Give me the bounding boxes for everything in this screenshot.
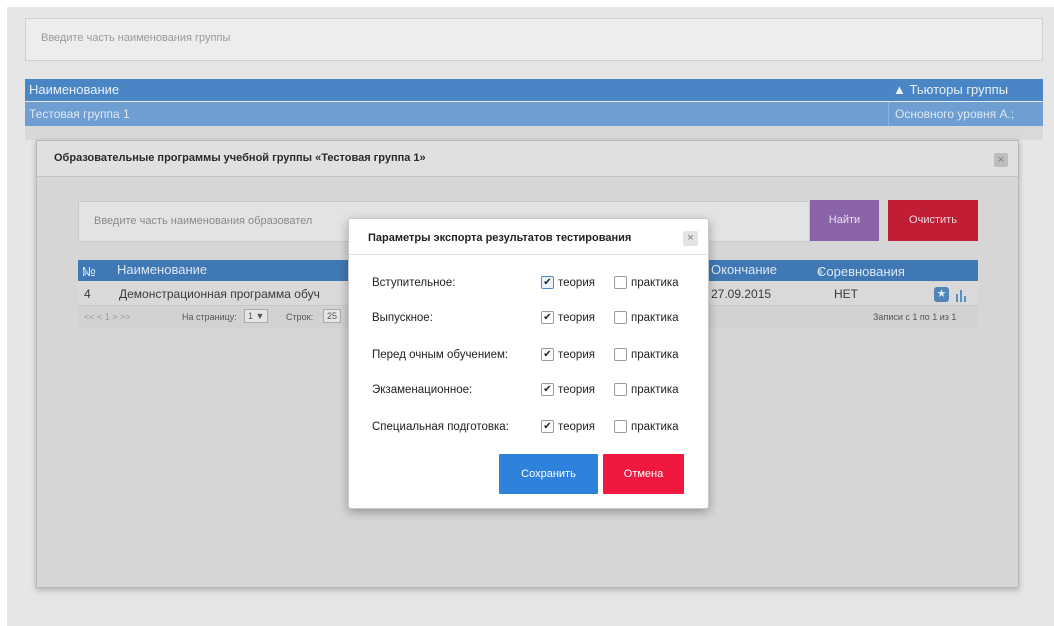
theory-checkbox[interactable]: ✔ (541, 420, 554, 433)
practice-checkbox[interactable] (614, 383, 627, 396)
programs-modal-title: Образовательные программы учебной группы… (54, 152, 426, 164)
practice-label: практика (631, 312, 679, 324)
group-search-placeholder: Введите часть наименования группы (41, 32, 231, 44)
close-icon[interactable]: × (994, 153, 1008, 167)
column-header-name[interactable]: Наименование (29, 82, 119, 97)
star-icon[interactable]: ★ (934, 287, 949, 302)
export-option-label: Перед очным обучением: (372, 349, 509, 361)
column-header-name[interactable]: Наименование (117, 262, 207, 277)
pager-nav[interactable]: << < 1 > >> (84, 312, 131, 322)
export-option-row: Выпускное: ✔ теория практика (349, 309, 708, 329)
program-name-cell: Демонстрационная программа обуч (119, 287, 320, 301)
export-option-label: Экзаменационное: (372, 384, 473, 396)
close-icon[interactable]: × (683, 231, 698, 246)
export-dialog: Параметры экспорта результатов тестирова… (348, 218, 709, 509)
find-button[interactable]: Найти (810, 200, 879, 241)
theory-label: теория (558, 384, 595, 396)
practice-label: практика (631, 277, 679, 289)
theory-checkbox[interactable]: ✔ (541, 311, 554, 324)
bar-chart-icon[interactable] (955, 287, 969, 302)
column-header-end[interactable]: Окончание (711, 262, 777, 277)
rows-select[interactable]: 25 (323, 309, 342, 323)
export-dialog-title: Параметры экспорта результатов тестирова… (368, 232, 632, 244)
program-search-placeholder: Введите часть наименования образовател (94, 215, 313, 227)
group-name-cell: Тестовая группа 1 (29, 107, 130, 121)
records-info: Записи с 1 по 1 из 1 (873, 312, 957, 322)
program-competitions-cell: НЕТ (834, 287, 858, 301)
practice-label: практика (631, 349, 679, 361)
programs-modal-titlebar: Образовательные программы учебной группы… (37, 141, 1018, 177)
theory-label: теория (558, 349, 595, 361)
export-option-row: Вступительное: ✔ теория практика (349, 274, 708, 294)
groups-table-header: Наименование ▲ Тьюторы группы (25, 79, 1043, 101)
practice-label: практика (631, 384, 679, 396)
practice-checkbox[interactable] (614, 311, 627, 324)
sort-icon: ♦ (82, 264, 89, 279)
theory-checkbox[interactable]: ✔ (541, 276, 554, 289)
program-num-cell: 4 (84, 287, 91, 301)
practice-label: практика (631, 421, 679, 433)
export-option-label: Специальная подготовка: (372, 421, 509, 433)
theory-label: теория (558, 312, 595, 324)
export-option-label: Вступительное: (372, 277, 456, 289)
sort-up-icon: ▲ (893, 82, 910, 97)
theory-label: теория (558, 277, 595, 289)
clear-button[interactable]: Очистить (888, 200, 978, 241)
export-option-row: Перед очным обучением: ✔ теория практика (349, 346, 708, 366)
export-dialog-titlebar: Параметры экспорта результатов тестирова… (349, 219, 708, 255)
group-tutors-cell: Основного уровня А.; (888, 102, 1043, 126)
table-row[interactable]: Тестовая группа 1 Основного уровня А.; (25, 102, 1043, 126)
per-page-select[interactable]: 1 ▼ (244, 309, 269, 323)
group-search-input[interactable]: Введите часть наименования группы (25, 18, 1043, 61)
export-option-row: Экзаменационное: ✔ теория практика (349, 381, 708, 401)
rows-label: Строк: (286, 312, 314, 322)
theory-label: теория (558, 421, 595, 433)
per-page-label: На страницу: (182, 312, 237, 322)
program-end-cell: 27.09.2015 (711, 287, 772, 301)
practice-checkbox[interactable] (614, 276, 627, 289)
theory-checkbox[interactable]: ✔ (541, 383, 554, 396)
practice-checkbox[interactable] (614, 420, 627, 433)
theory-checkbox[interactable]: ✔ (541, 348, 554, 361)
practice-checkbox[interactable] (614, 348, 627, 361)
cancel-button[interactable]: Отмена (603, 454, 684, 494)
export-option-row: Специальная подготовка: ✔ теория практика (349, 418, 708, 438)
column-header-tutors[interactable]: ▲ Тьюторы группы (893, 82, 1008, 97)
groups-pager (25, 126, 1043, 140)
save-button[interactable]: Сохранить (499, 454, 598, 494)
export-option-label: Выпускное: (372, 312, 433, 324)
